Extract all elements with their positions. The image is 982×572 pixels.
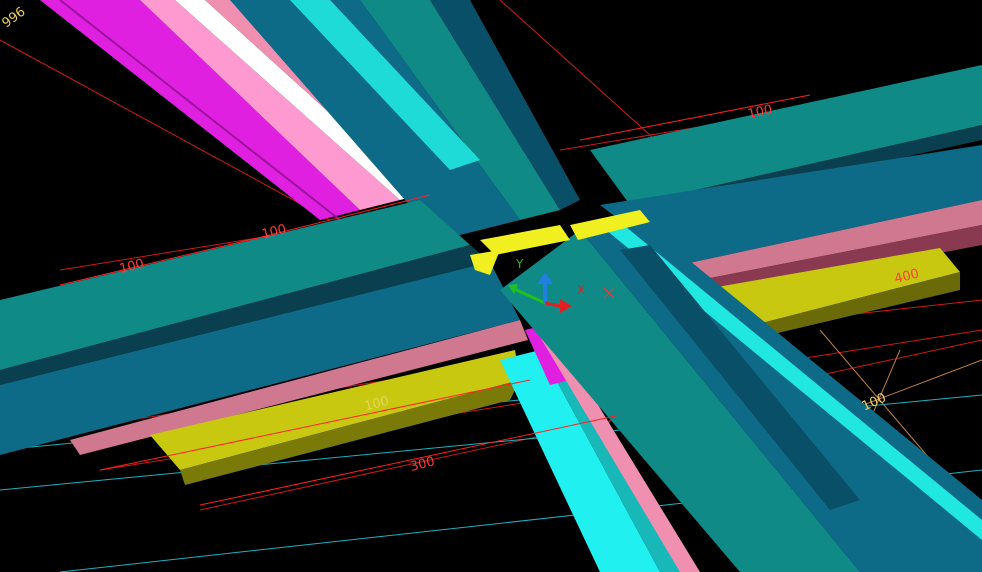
dim-label-bottom-300: 300 xyxy=(409,454,437,475)
ucs-y-label: Y xyxy=(515,257,524,271)
dim-label-996: 996 xyxy=(0,4,28,31)
ucs-x-label: X xyxy=(577,283,585,297)
cad-3d-viewport[interactable]: 996 100 100 100 400 300 100 100 Y X xyxy=(0,0,982,572)
